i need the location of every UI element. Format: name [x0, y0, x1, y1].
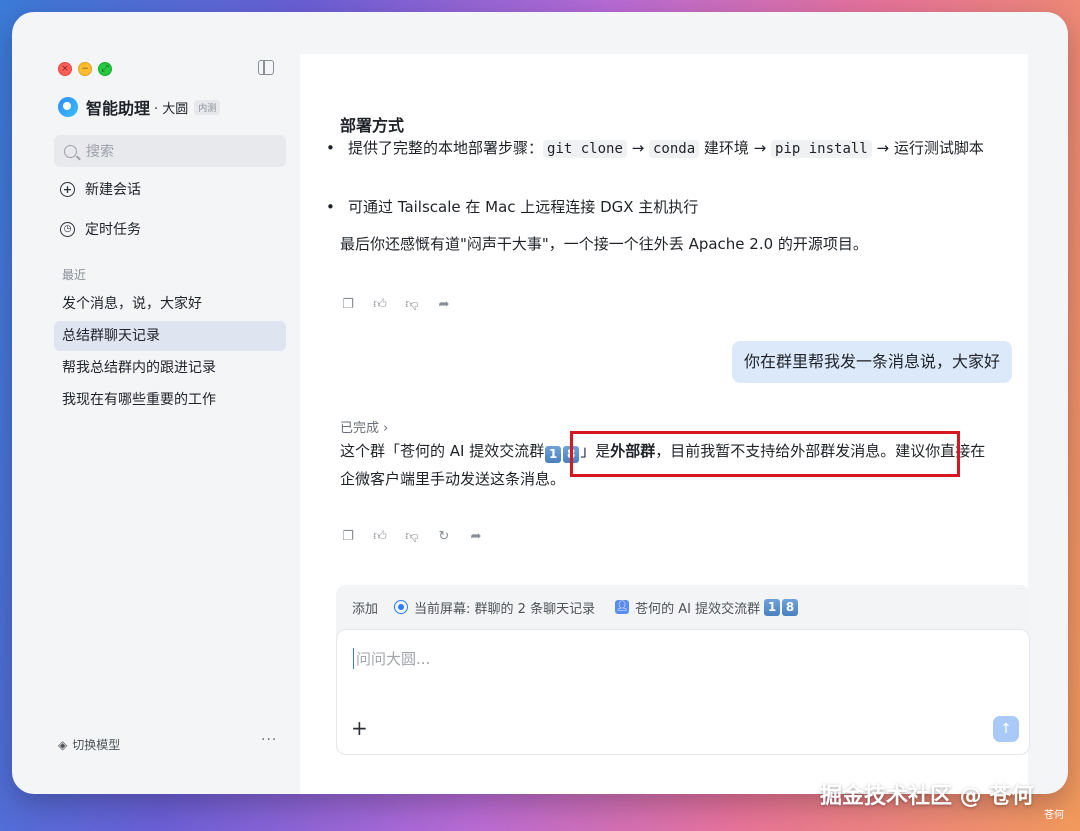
- target-icon: [394, 600, 409, 614]
- message-actions: ❐ 👍︎ 👎︎ ➦: [340, 297, 452, 313]
- recent-item[interactable]: 发个消息，说，大家好: [54, 289, 286, 319]
- assistant-answer: 这个群「苍何的 AI 提效交流群 1 8 」是外部群，目前我暂不支持给外部群发消息。建…: [340, 437, 1000, 493]
- brand: 智能助理 · 大圆 内测: [58, 96, 221, 118]
- watermark: 掘金技术社区 @ 苍何: [820, 784, 1034, 809]
- plus-circle-icon: +: [60, 181, 75, 197]
- layers-icon: ◈: [58, 737, 68, 752]
- thumbs-down-icon[interactable]: 👎︎: [404, 297, 420, 313]
- answer-bold: 外部群: [610, 442, 656, 460]
- switch-model-label: 切换模型: [72, 738, 121, 752]
- beta-badge: 内测: [194, 99, 221, 115]
- scheduled-tasks-label: 定时任务: [85, 222, 141, 238]
- plus-icon[interactable]: +: [351, 718, 368, 738]
- user-message-bubble: 你在群里帮我发一条消息说，大家好: [731, 341, 1012, 383]
- thumbs-up-icon[interactable]: 👍︎: [372, 297, 388, 313]
- switch-model-button[interactable]: ◈ 切换模型: [58, 736, 120, 753]
- bullet-text: →: [626, 139, 649, 157]
- bullet-item: 可通过 Tailscale 在 Mac 上远程连接 DGX 主机执行: [326, 194, 1008, 221]
- thumbs-down-icon[interactable]: 👎︎: [404, 529, 420, 545]
- keycap-number-icon: 1: [764, 598, 781, 616]
- brand-subtitle: · 大圆: [154, 101, 189, 117]
- input-placeholder: 问问大圆...: [353, 648, 430, 669]
- chat-panel: 部署方式 提供了完整的本地部署步骤：git clone → conda 建环境 …: [300, 54, 1030, 794]
- add-context-button[interactable]: 添加: [352, 598, 378, 617]
- message-input[interactable]: 问问大圆... + ↑: [336, 629, 1030, 755]
- keycap-number-icon: 1: [545, 446, 562, 463]
- recent-item[interactable]: 我现在有哪些重要的工作: [54, 385, 286, 415]
- app-window: × − ⤢ 智能助理 · 大圆 内测 搜索 + 新建会话 ◷ 定时任务 最近 发…: [12, 12, 1068, 794]
- answer-text: 」是: [580, 442, 611, 460]
- app-logo-icon: [58, 97, 78, 117]
- zoom-window-button[interactable]: ⤢: [98, 62, 112, 76]
- share-icon[interactable]: ➦: [436, 297, 452, 313]
- scheduled-tasks-button[interactable]: ◷ 定时任务: [60, 218, 141, 240]
- inline-code: conda: [648, 140, 700, 158]
- new-chat-button[interactable]: + 新建会话: [60, 178, 141, 200]
- closing-paragraph: 最后你还感慨有道"闷声干大事"，一个接一个往外丢 Apache 2.0 的开源项…: [340, 235, 868, 253]
- regenerate-icon[interactable]: ↻: [436, 529, 452, 545]
- new-chat-label: 新建会话: [85, 182, 141, 198]
- bullet-text: → 运行测试脚本: [871, 139, 984, 157]
- message-actions: ❐ 👍︎ 👎︎ ↻ ➦: [340, 529, 484, 545]
- keycap-number-icon: 8: [563, 446, 580, 463]
- bullet-item: 提供了完整的本地部署步骤：git clone → conda 建环境 → pip…: [326, 135, 1008, 163]
- bullet-text: 建环境 →: [699, 139, 772, 157]
- status-completed[interactable]: 已完成 ›: [340, 417, 388, 436]
- watermark-small: 苍何: [1044, 810, 1064, 821]
- context-bar: 添加 当前屏幕: 群聊的 2 条聊天记录 👤︎ 苍何的 AI 提效交流群 18: [352, 597, 799, 617]
- bullet-text: 提供了完整的本地部署步骤：: [348, 139, 544, 157]
- inline-code: pip install: [771, 140, 872, 158]
- context-screen-chip[interactable]: 当前屏幕: 群聊的 2 条聊天记录: [414, 598, 595, 617]
- answer-text: 这个群「苍何的 AI 提效交流群: [340, 442, 545, 460]
- minimize-icon: −: [81, 64, 89, 74]
- recent-item-active[interactable]: 总结群聊天记录: [54, 321, 286, 351]
- close-icon: ×: [61, 64, 69, 74]
- inline-code: git clone: [543, 140, 627, 158]
- copy-icon[interactable]: ❐: [340, 297, 356, 313]
- more-icon[interactable]: ···: [261, 732, 277, 748]
- keycap-number-icon: 8: [782, 598, 799, 616]
- zoom-icon: ⤢: [101, 64, 109, 74]
- search-icon: [64, 144, 77, 158]
- context-group-chip[interactable]: 苍何的 AI 提效交流群: [635, 598, 760, 617]
- brand-name: 智能助理: [86, 99, 151, 118]
- minimize-window-button[interactable]: −: [78, 62, 92, 76]
- group-avatar-icon: 👤︎: [615, 600, 630, 614]
- thumbs-up-icon[interactable]: 👍︎: [372, 529, 388, 545]
- sidebar-toggle-icon[interactable]: [258, 60, 274, 75]
- close-window-button[interactable]: ×: [58, 62, 72, 76]
- section-heading: 部署方式: [340, 116, 405, 135]
- recent-section-label: 最近: [62, 268, 87, 282]
- search-placeholder: 搜索: [86, 144, 114, 160]
- composer: 添加 当前屏幕: 群聊的 2 条聊天记录 👤︎ 苍何的 AI 提效交流群 18 …: [336, 585, 1030, 755]
- copy-icon[interactable]: ❐: [340, 529, 356, 545]
- search-input[interactable]: 搜索: [54, 135, 286, 167]
- clock-icon: ◷: [60, 221, 75, 237]
- send-button[interactable]: ↑: [993, 716, 1019, 742]
- share-icon[interactable]: ➦: [468, 529, 484, 545]
- recent-item[interactable]: 帮我总结群内的跟进记录: [54, 353, 286, 383]
